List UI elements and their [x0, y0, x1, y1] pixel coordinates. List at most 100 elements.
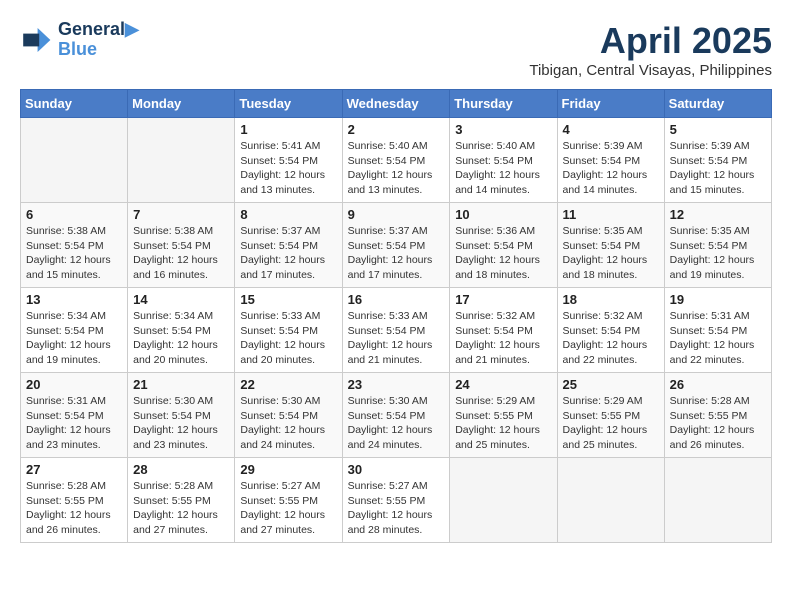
weekday-header-sunday: Sunday	[21, 90, 128, 118]
day-number: 5	[670, 122, 766, 137]
calendar-cell: 27 Sunrise: 5:28 AMSunset: 5:55 PMDaylig…	[21, 458, 128, 543]
calendar-cell: 14 Sunrise: 5:34 AMSunset: 5:54 PMDaylig…	[128, 288, 235, 373]
day-info: Sunrise: 5:33 AMSunset: 5:54 PMDaylight:…	[348, 309, 445, 368]
day-number: 24	[455, 377, 551, 392]
day-number: 25	[563, 377, 659, 392]
calendar-cell: 4 Sunrise: 5:39 AMSunset: 5:54 PMDayligh…	[557, 118, 664, 203]
day-number: 10	[455, 207, 551, 222]
calendar-cell: 24 Sunrise: 5:29 AMSunset: 5:55 PMDaylig…	[450, 373, 557, 458]
day-info: Sunrise: 5:37 AMSunset: 5:54 PMDaylight:…	[240, 224, 336, 283]
location-title: Tibigan, Central Visayas, Philippines	[529, 62, 772, 79]
calendar-cell: 25 Sunrise: 5:29 AMSunset: 5:55 PMDaylig…	[557, 373, 664, 458]
week-row-4: 20 Sunrise: 5:31 AMSunset: 5:54 PMDaylig…	[21, 373, 772, 458]
day-info: Sunrise: 5:28 AMSunset: 5:55 PMDaylight:…	[133, 479, 229, 538]
day-info: Sunrise: 5:35 AMSunset: 5:54 PMDaylight:…	[670, 224, 766, 283]
calendar-cell	[21, 118, 128, 203]
day-info: Sunrise: 5:40 AMSunset: 5:54 PMDaylight:…	[455, 139, 551, 198]
day-number: 30	[348, 462, 445, 477]
day-info: Sunrise: 5:36 AMSunset: 5:54 PMDaylight:…	[455, 224, 551, 283]
weekday-header-friday: Friday	[557, 90, 664, 118]
calendar-cell: 20 Sunrise: 5:31 AMSunset: 5:54 PMDaylig…	[21, 373, 128, 458]
calendar-cell: 6 Sunrise: 5:38 AMSunset: 5:54 PMDayligh…	[21, 203, 128, 288]
week-row-2: 6 Sunrise: 5:38 AMSunset: 5:54 PMDayligh…	[21, 203, 772, 288]
calendar-cell: 12 Sunrise: 5:35 AMSunset: 5:54 PMDaylig…	[664, 203, 771, 288]
day-info: Sunrise: 5:37 AMSunset: 5:54 PMDaylight:…	[348, 224, 445, 283]
logo: General▶ Blue	[20, 20, 139, 60]
calendar-table: SundayMondayTuesdayWednesdayThursdayFrid…	[20, 89, 772, 543]
day-number: 7	[133, 207, 229, 222]
day-number: 17	[455, 292, 551, 307]
calendar-cell: 9 Sunrise: 5:37 AMSunset: 5:54 PMDayligh…	[342, 203, 450, 288]
calendar-cell: 19 Sunrise: 5:31 AMSunset: 5:54 PMDaylig…	[664, 288, 771, 373]
day-number: 27	[26, 462, 122, 477]
calendar-cell: 29 Sunrise: 5:27 AMSunset: 5:55 PMDaylig…	[235, 458, 342, 543]
day-number: 21	[133, 377, 229, 392]
day-number: 23	[348, 377, 445, 392]
calendar-cell	[664, 458, 771, 543]
calendar-cell: 23 Sunrise: 5:30 AMSunset: 5:54 PMDaylig…	[342, 373, 450, 458]
day-info: Sunrise: 5:29 AMSunset: 5:55 PMDaylight:…	[563, 394, 659, 453]
page-header: General▶ Blue April 2025 Tibigan, Centra…	[20, 20, 772, 79]
weekday-header-tuesday: Tuesday	[235, 90, 342, 118]
day-number: 12	[670, 207, 766, 222]
day-info: Sunrise: 5:27 AMSunset: 5:55 PMDaylight:…	[240, 479, 336, 538]
day-number: 8	[240, 207, 336, 222]
day-info: Sunrise: 5:30 AMSunset: 5:54 PMDaylight:…	[133, 394, 229, 453]
day-info: Sunrise: 5:29 AMSunset: 5:55 PMDaylight:…	[455, 394, 551, 453]
day-info: Sunrise: 5:38 AMSunset: 5:54 PMDaylight:…	[133, 224, 229, 283]
day-info: Sunrise: 5:27 AMSunset: 5:55 PMDaylight:…	[348, 479, 445, 538]
day-info: Sunrise: 5:28 AMSunset: 5:55 PMDaylight:…	[26, 479, 122, 538]
calendar-cell: 2 Sunrise: 5:40 AMSunset: 5:54 PMDayligh…	[342, 118, 450, 203]
day-info: Sunrise: 5:31 AMSunset: 5:54 PMDaylight:…	[670, 309, 766, 368]
calendar-cell: 5 Sunrise: 5:39 AMSunset: 5:54 PMDayligh…	[664, 118, 771, 203]
weekday-header-monday: Monday	[128, 90, 235, 118]
calendar-cell: 15 Sunrise: 5:33 AMSunset: 5:54 PMDaylig…	[235, 288, 342, 373]
day-info: Sunrise: 5:32 AMSunset: 5:54 PMDaylight:…	[455, 309, 551, 368]
calendar-cell: 16 Sunrise: 5:33 AMSunset: 5:54 PMDaylig…	[342, 288, 450, 373]
calendar-cell	[557, 458, 664, 543]
day-number: 20	[26, 377, 122, 392]
calendar-cell: 17 Sunrise: 5:32 AMSunset: 5:54 PMDaylig…	[450, 288, 557, 373]
week-row-1: 1 Sunrise: 5:41 AMSunset: 5:54 PMDayligh…	[21, 118, 772, 203]
calendar-cell: 1 Sunrise: 5:41 AMSunset: 5:54 PMDayligh…	[235, 118, 342, 203]
calendar-cell: 10 Sunrise: 5:36 AMSunset: 5:54 PMDaylig…	[450, 203, 557, 288]
day-number: 1	[240, 122, 336, 137]
day-info: Sunrise: 5:41 AMSunset: 5:54 PMDaylight:…	[240, 139, 336, 198]
day-number: 3	[455, 122, 551, 137]
week-row-5: 27 Sunrise: 5:28 AMSunset: 5:55 PMDaylig…	[21, 458, 772, 543]
calendar-cell: 22 Sunrise: 5:30 AMSunset: 5:54 PMDaylig…	[235, 373, 342, 458]
day-number: 11	[563, 207, 659, 222]
day-info: Sunrise: 5:33 AMSunset: 5:54 PMDaylight:…	[240, 309, 336, 368]
weekday-header-row: SundayMondayTuesdayWednesdayThursdayFrid…	[21, 90, 772, 118]
day-info: Sunrise: 5:31 AMSunset: 5:54 PMDaylight:…	[26, 394, 122, 453]
day-info: Sunrise: 5:39 AMSunset: 5:54 PMDaylight:…	[563, 139, 659, 198]
day-number: 15	[240, 292, 336, 307]
calendar-cell	[450, 458, 557, 543]
weekday-header-thursday: Thursday	[450, 90, 557, 118]
day-info: Sunrise: 5:32 AMSunset: 5:54 PMDaylight:…	[563, 309, 659, 368]
calendar-cell: 28 Sunrise: 5:28 AMSunset: 5:55 PMDaylig…	[128, 458, 235, 543]
day-number: 28	[133, 462, 229, 477]
day-number: 2	[348, 122, 445, 137]
calendar-cell: 13 Sunrise: 5:34 AMSunset: 5:54 PMDaylig…	[21, 288, 128, 373]
day-info: Sunrise: 5:30 AMSunset: 5:54 PMDaylight:…	[348, 394, 445, 453]
day-number: 19	[670, 292, 766, 307]
calendar-cell: 30 Sunrise: 5:27 AMSunset: 5:55 PMDaylig…	[342, 458, 450, 543]
day-info: Sunrise: 5:34 AMSunset: 5:54 PMDaylight:…	[133, 309, 229, 368]
day-number: 4	[563, 122, 659, 137]
calendar-cell: 8 Sunrise: 5:37 AMSunset: 5:54 PMDayligh…	[235, 203, 342, 288]
title-block: April 2025 Tibigan, Central Visayas, Phi…	[529, 20, 772, 79]
day-info: Sunrise: 5:39 AMSunset: 5:54 PMDaylight:…	[670, 139, 766, 198]
month-title: April 2025	[529, 20, 772, 62]
day-info: Sunrise: 5:38 AMSunset: 5:54 PMDaylight:…	[26, 224, 122, 283]
calendar-cell: 21 Sunrise: 5:30 AMSunset: 5:54 PMDaylig…	[128, 373, 235, 458]
day-number: 18	[563, 292, 659, 307]
day-number: 6	[26, 207, 122, 222]
day-info: Sunrise: 5:30 AMSunset: 5:54 PMDaylight:…	[240, 394, 336, 453]
day-number: 29	[240, 462, 336, 477]
day-number: 22	[240, 377, 336, 392]
day-number: 9	[348, 207, 445, 222]
calendar-cell: 7 Sunrise: 5:38 AMSunset: 5:54 PMDayligh…	[128, 203, 235, 288]
weekday-header-wednesday: Wednesday	[342, 90, 450, 118]
day-info: Sunrise: 5:35 AMSunset: 5:54 PMDaylight:…	[563, 224, 659, 283]
